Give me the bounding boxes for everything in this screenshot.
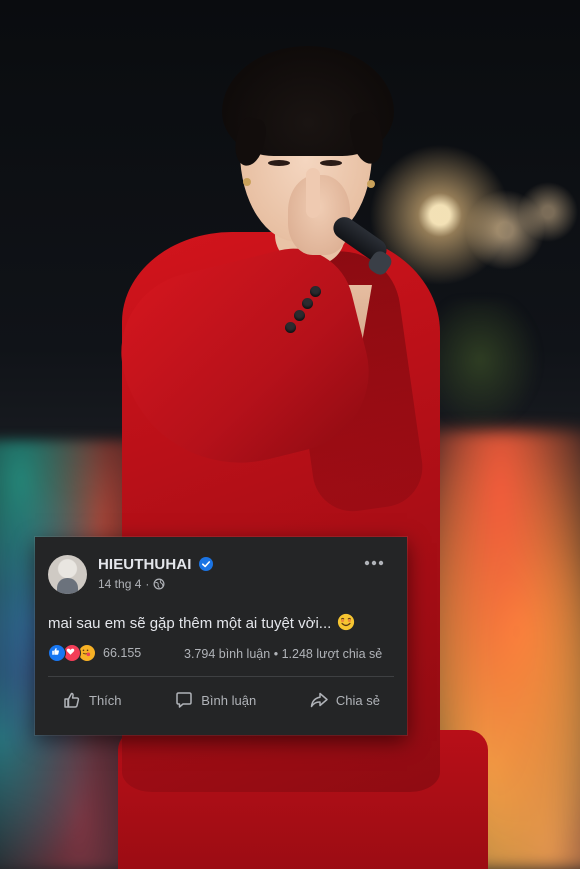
earring	[367, 180, 375, 188]
stats-separator: •	[273, 647, 279, 661]
post-actions-bar: Thích Bình luận Chia sẻ	[48, 680, 394, 720]
meta-separator: ·	[145, 577, 150, 591]
post-text-content: mai sau em sẽ gặp thêm một ai tuyệt vời.…	[48, 615, 332, 632]
performer-eye	[268, 160, 290, 166]
engagement-stats: 3.794 bình luận • 1.248 lượt chia sẻ	[184, 647, 382, 661]
like-icon	[48, 644, 66, 662]
background-photo	[0, 0, 580, 869]
earring	[243, 178, 251, 186]
like-button[interactable]: Thích	[48, 684, 136, 716]
comment-label: Bình luận	[201, 692, 257, 708]
post-date[interactable]: 14 thg 4	[98, 577, 141, 591]
share-count[interactable]: 1.248 lượt chia sẻ	[282, 647, 383, 661]
author-name[interactable]: HIEUTHUHAI	[98, 556, 192, 573]
post-meta: 14 thg 4 ·	[98, 577, 165, 591]
comment-button[interactable]: Bình luận	[160, 684, 270, 716]
comment-count[interactable]: 3.794 bình luận	[184, 647, 270, 661]
performer-finger	[306, 168, 320, 218]
share-label: Chia sẻ	[335, 692, 380, 708]
sleeve-button	[285, 322, 296, 333]
thumbs-up-icon	[64, 692, 80, 708]
sleeve-button	[294, 310, 305, 321]
sleeve-button	[302, 298, 313, 309]
post-text: mai sau em sẽ gặp thêm một ai tuyệt vời.…	[48, 613, 355, 632]
more-options-icon[interactable]	[360, 554, 388, 572]
facebook-post-card: HIEUTHUHAI 14 thg 4 · mai sau em sẽ gặp …	[35, 537, 407, 735]
smiling-face-icon	[338, 613, 355, 631]
divider	[48, 676, 394, 677]
reaction-count: 66.155	[103, 646, 142, 660]
share-button[interactable]: Chia sẻ	[295, 684, 394, 716]
comment-bubble-icon	[176, 692, 192, 708]
verified-badge-icon	[199, 557, 213, 571]
reaction-summary[interactable]: 66.155	[48, 644, 141, 662]
avatar[interactable]	[48, 555, 87, 594]
share-arrow-icon	[310, 692, 328, 708]
sleeve-button	[310, 286, 321, 297]
performer-eye	[320, 160, 342, 166]
globe-icon	[153, 578, 165, 590]
like-label: Thích	[89, 692, 122, 708]
